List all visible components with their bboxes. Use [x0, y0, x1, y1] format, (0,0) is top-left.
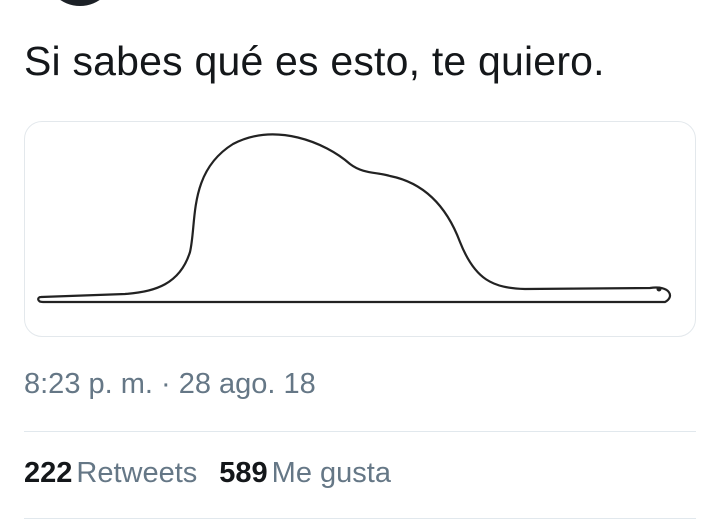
- avatar[interactable]: [45, 0, 115, 6]
- retweets-count: 222: [24, 457, 73, 489]
- boa-drawing-icon: [37, 133, 672, 304]
- tweet-text: Si sabes qué es esto, te quiero.: [24, 38, 605, 84]
- likes-stat[interactable]: 589 Me gusta: [219, 457, 391, 490]
- likes-label: Me gusta: [271, 457, 391, 489]
- tweet-timestamp[interactable]: 8:23 p. m. · 28 ago. 18: [24, 368, 316, 401]
- retweets-label: Retweets: [76, 457, 198, 489]
- likes-count: 589: [219, 457, 268, 489]
- divider: [24, 431, 696, 432]
- tweet-stats: 222 Retweets 589 Me gusta: [24, 457, 413, 490]
- divider: [24, 518, 696, 519]
- retweets-stat[interactable]: 222 Retweets: [24, 457, 197, 490]
- tweet-media[interactable]: [24, 121, 696, 337]
